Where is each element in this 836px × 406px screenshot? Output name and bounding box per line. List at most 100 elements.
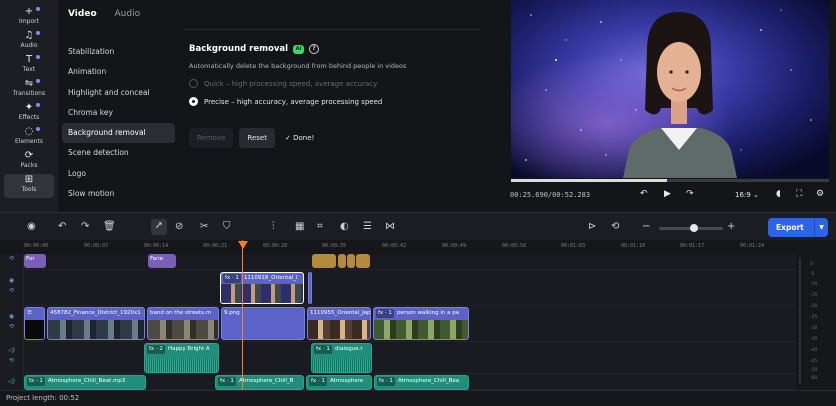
playhead[interactable] [242,240,243,390]
tab-video[interactable]: Video [68,9,97,19]
skip-forward-icon[interactable]: ↷ [686,189,694,199]
overlay-video-clip[interactable] [308,272,312,304]
menu-background-removal[interactable]: Background removal [62,123,175,144]
ruler-tick: 00:00:07 [84,243,109,249]
ruler-tick: 00:01:10 [621,243,646,249]
speaker-icon[interactable]: ◁) [0,346,23,356]
transition-tool-icon[interactable]: ⋈ [385,220,395,234]
link-icon[interactable]: ⟲ [0,254,23,264]
effect-clip[interactable] [312,254,336,268]
rail-audio[interactable]: ♫ Audio [4,30,54,54]
rail-import[interactable]: + Import [4,6,54,30]
transitions-icon: ⇋ [24,78,34,89]
scissors-icon[interactable]: ✂ [200,220,208,234]
playback-scrubber[interactable] [511,179,829,182]
menu-scene-detection[interactable]: Scene detection [62,143,175,163]
remove-button[interactable]: Remove [189,128,234,148]
effect-clip[interactable] [356,254,370,268]
playhead-handle[interactable] [238,241,248,249]
clip-thumbnails [221,284,303,303]
tab-divider [184,29,480,30]
export-button[interactable]: Export ▼ [768,218,828,237]
option-quick[interactable]: Quick – high processing speed, average a… [189,79,489,88]
select-tool-icon[interactable]: ➚ [151,219,167,235]
radio-quick[interactable] [189,79,198,88]
rail-elements[interactable]: ◌ Elements [4,126,54,150]
link-icon[interactable]: ⟲ [0,356,23,366]
volume-icon[interactable]: ◖ [776,189,781,199]
disable-icon[interactable]: ⊘ [175,220,183,234]
adjust-icon[interactable]: ☰ [363,220,372,234]
text-clip[interactable]: For [24,254,46,268]
audio-track-1: fx · 2 Happy Bright A fx · 1 dialogue.r [24,342,796,374]
play-icon[interactable]: ▶ [664,189,671,199]
link-icon[interactable]: ⟲ [0,286,23,296]
fullscreen-icon[interactable]: ⛶ [796,189,802,199]
adjustment-clip[interactable]: ☰ [24,307,45,340]
rail-transitions[interactable]: ⇋ Transitions [4,78,54,102]
ruler-tick: 00:00:00 [24,243,49,249]
effect-clip[interactable] [338,254,346,268]
text-track: For Faıre [24,254,796,270]
tab-audio[interactable]: Audio [115,9,141,19]
option-precise[interactable]: Precise – high accuracy, average process… [189,97,489,106]
marker-icon[interactable]: ⛉ [223,220,231,234]
menu-highlight-conceal[interactable]: Highlight and conceal [62,83,175,103]
menu-stabilization[interactable]: Stabilization [62,42,175,62]
color-icon[interactable]: ◐ [340,220,349,234]
reset-button[interactable]: Reset [239,128,275,148]
music-clip[interactable]: fx · 1 Atmosphere_Chill_B [215,375,304,390]
export-menu-chevron-icon[interactable]: ▼ [814,218,828,237]
audio-wave-icon[interactable]: ⫶ [272,220,275,234]
snap-icon[interactable]: ⟲ [611,220,619,234]
music-clip[interactable]: fx · 1 Atmosphere [306,375,372,390]
video-clip[interactable]: fx · 1 person walking in a pa [373,307,469,340]
audio-clip[interactable]: fx · 1 dialogue.r [311,343,372,373]
plus-icon: + [24,6,34,17]
music-clip[interactable]: fx · 1 Atmosphere_Chill_Beat.mp3 [24,375,146,390]
music-note-icon: ♫ [24,30,34,41]
effect-clip[interactable] [347,254,355,268]
aspect-ratio-select[interactable]: 16:9 ⌄ [735,191,759,199]
zoom-slider-handle[interactable] [690,224,698,232]
eye-icon[interactable]: ◉ [0,312,23,322]
skip-back-icon[interactable]: ↶ [640,189,648,199]
video-clip[interactable]: 458782_Finance_District_1920x1 [47,307,145,340]
video-clip[interactable]: 1110955_Oriental_Jap [307,307,371,340]
record-icon[interactable]: ◉ [27,220,36,234]
preview-panel: 00:25.690/00:52.283 ↶ ▶ ↷ 16:9 ⌄ ◖ ⛶ ⚙ [502,0,836,212]
help-icon[interactable]: ? [309,44,320,54]
trash-icon[interactable]: 🗑 [103,220,116,234]
ruler-tick: 00:00:56 [502,243,527,249]
menu-logo[interactable]: Logo [62,164,175,184]
zoom-out-icon[interactable]: − [642,220,650,234]
magnet-icon[interactable]: ⊳ [588,220,596,234]
eye-icon[interactable]: ◉ [0,276,23,286]
speaker-icon[interactable]: ◁) [0,377,23,387]
time-ruler[interactable]: 00:00:00 00:00:07 00:00:14 00:00:21 00:0… [0,240,796,254]
settings-gear-icon[interactable]: ⚙ [816,189,824,199]
radio-precise[interactable] [189,97,198,106]
rail-effects[interactable]: ✦ Effects [4,102,54,126]
overlay-video-clip[interactable]: fx · 1 1110918_Oriental_I [220,272,304,304]
crop-icon[interactable]: ⌗ [317,220,323,234]
tool-rail: + Import ♫ Audio T Text ⇋ Transitions ✦ Effec… [0,0,58,212]
ruler-tick: 00:00:49 [442,243,467,249]
menu-slow-motion[interactable]: Slow motion [62,184,175,204]
audio-clip[interactable]: fx · 2 Happy Bright A [144,343,219,373]
music-clip[interactable]: fx · 1 Atmosphere_Chill_Bea [374,375,469,390]
image-clip[interactable]: 9.png [221,307,305,340]
project-length-status: Project length: 00:52 [0,390,836,406]
redo-icon[interactable]: ↷ [81,220,89,234]
freeze-frame-icon[interactable]: ▦ [295,220,304,234]
undo-icon[interactable]: ↶ [58,220,66,234]
text-clip[interactable]: Faıre [148,254,176,268]
rail-tools[interactable]: ⊞ Tools [4,174,54,198]
menu-chroma-key[interactable]: Chroma key [62,103,175,123]
zoom-in-icon[interactable]: + [727,220,735,234]
video-clip[interactable]: band on the streets.m [147,307,219,340]
menu-animation[interactable]: Animation [62,62,175,82]
link-icon[interactable]: ⟲ [0,322,23,332]
rail-packs[interactable]: ⟳ Packs [4,150,54,174]
rail-text[interactable]: T Text [4,54,54,78]
